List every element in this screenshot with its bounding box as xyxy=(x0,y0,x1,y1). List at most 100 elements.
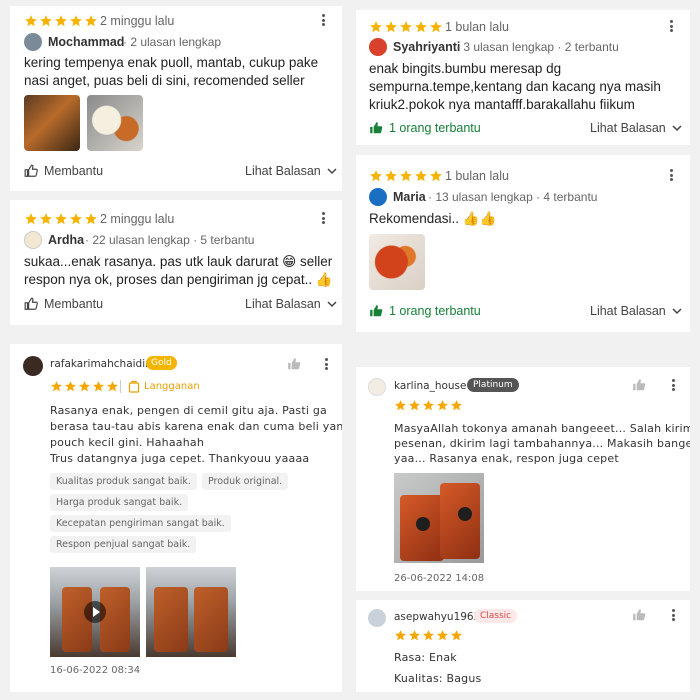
star-icon xyxy=(24,212,38,226)
reviewer-name[interactable]: asepwahyu1962 xyxy=(394,611,480,623)
review-time: 1 bulan lalu xyxy=(445,20,509,34)
like-icon[interactable] xyxy=(287,357,301,371)
star-icon xyxy=(436,399,449,412)
view-replies-button[interactable]: Lihat Balasan xyxy=(245,297,337,311)
star-icon xyxy=(54,212,68,226)
avatar xyxy=(24,231,42,249)
review-photo[interactable] xyxy=(87,95,143,151)
star-icon xyxy=(39,212,53,226)
review-photo[interactable] xyxy=(24,95,80,151)
star-icon xyxy=(39,14,53,28)
reviewer-meta: · 3 ulasan lengkap · 2 terbantu xyxy=(456,40,619,54)
rating-stars xyxy=(24,14,98,28)
star-icon xyxy=(50,380,63,393)
review-photo[interactable] xyxy=(146,567,236,657)
review-detail-line: Kualitas: Bagus xyxy=(394,672,482,685)
kebab-menu-icon[interactable] xyxy=(666,377,680,393)
star-icon xyxy=(84,14,98,28)
review-text-line: Rekomendasi.. 👍👍 xyxy=(369,211,497,226)
chevron-down-icon xyxy=(672,125,682,132)
star-icon xyxy=(422,399,435,412)
reviewer-name[interactable]: Ardha xyxy=(48,233,84,247)
review-time: 2 minggu lalu xyxy=(100,14,175,28)
review-card-ardha: 2 minggu lalu Ardha · 22 ulasan lengkap … xyxy=(10,200,342,325)
reviewer-name[interactable]: Mochammad xyxy=(48,35,124,49)
like-icon[interactable] xyxy=(632,378,646,392)
review-text-line: sempurna.tempe,kentang dan kacang nya ma… xyxy=(369,79,661,94)
chevron-down-icon xyxy=(672,308,682,315)
reviewer-name[interactable]: karlina_house xyxy=(394,380,467,392)
helpful-button[interactable]: Membantu xyxy=(24,297,103,311)
star-icon xyxy=(394,629,407,642)
helpful-count[interactable]: 1 orang terbantu xyxy=(369,304,481,318)
view-replies-button[interactable]: Lihat Balasan xyxy=(590,304,682,318)
review-text-line: respon nya ok, proses dan pengiriman jg … xyxy=(24,272,333,287)
review-card-asepwahyu1962: asepwahyu1962 Classic Rasa: Enak Kualita… xyxy=(356,600,690,692)
membership-badge: Gold xyxy=(146,356,177,370)
review-tag: Harga produk sangat baik. xyxy=(50,494,189,511)
review-time: 1 bulan lalu xyxy=(445,169,509,183)
star-icon xyxy=(394,399,407,412)
star-icon xyxy=(399,169,413,183)
review-card-mochammad: 2 minggu lalu Mochammad · 2 ulasan lengk… xyxy=(10,6,342,191)
review-video[interactable] xyxy=(50,567,140,657)
star-icon xyxy=(384,20,398,34)
star-icon xyxy=(24,14,38,28)
subscription-label: Langganan xyxy=(144,381,200,392)
reviewer-name[interactable]: rafakarimahchaidir xyxy=(50,358,149,370)
reviewer-name[interactable]: Syahriyanti xyxy=(393,40,460,54)
kebab-menu-icon[interactable] xyxy=(664,18,678,34)
review-card-syahriyanti: 1 bulan lalu Syahriyanti · 3 ulasan leng… xyxy=(356,10,690,145)
play-icon[interactable] xyxy=(84,601,106,623)
avatar xyxy=(369,188,387,206)
star-icon xyxy=(384,169,398,183)
star-icon xyxy=(54,14,68,28)
star-icon xyxy=(69,212,83,226)
review-tag: Produk original. xyxy=(202,473,289,490)
review-tag: Respon penjual sangat baik. xyxy=(50,536,197,553)
review-text-line: sukaa...enak rasanya. pas utk lauk darur… xyxy=(24,254,333,269)
kebab-menu-icon[interactable] xyxy=(666,607,680,623)
kebab-menu-icon[interactable] xyxy=(316,210,330,226)
subscription-icon xyxy=(128,380,140,393)
kebab-menu-icon[interactable] xyxy=(319,356,333,372)
rating-stars xyxy=(24,212,98,226)
star-icon xyxy=(414,20,428,34)
thumbs-up-icon xyxy=(24,164,38,177)
review-text-line: Trus datangnya juga cepet. Thankyouu yaa… xyxy=(50,452,310,465)
star-icon xyxy=(408,629,421,642)
review-detail-line: Rasa: Enak xyxy=(394,651,457,664)
helpful-count[interactable]: 1 orang terbantu xyxy=(369,121,481,135)
review-card-karlina-house: karlina_house Platinum MasyaAllah tokony… xyxy=(356,367,690,591)
like-icon[interactable] xyxy=(632,608,646,622)
star-icon xyxy=(414,169,428,183)
membership-badge: Platinum xyxy=(467,378,519,392)
view-replies-button[interactable]: Lihat Balasan xyxy=(245,164,337,178)
review-text-line: berasa tau-tau abis karena enak dan cuma… xyxy=(50,420,342,433)
kebab-menu-icon[interactable] xyxy=(316,12,330,28)
avatar xyxy=(368,378,386,396)
star-icon xyxy=(436,629,449,642)
rating-stars xyxy=(369,169,443,183)
kebab-menu-icon[interactable] xyxy=(664,167,678,183)
star-icon xyxy=(422,629,435,642)
chevron-down-icon xyxy=(327,301,337,308)
reviewer-meta: · 2 ulasan lengkap xyxy=(123,35,222,49)
star-icon xyxy=(106,380,119,393)
review-text-line: pouch kecil gini. Hahaahah xyxy=(50,436,205,449)
review-photo[interactable] xyxy=(369,234,425,290)
reviewer-name[interactable]: Maria xyxy=(393,190,426,204)
star-icon xyxy=(450,629,463,642)
star-icon xyxy=(399,20,413,34)
rating-stars xyxy=(50,380,119,393)
view-replies-button[interactable]: Lihat Balasan xyxy=(590,121,682,135)
review-photo[interactable] xyxy=(394,473,484,563)
helpful-button[interactable]: Membantu xyxy=(24,164,103,178)
review-text-line: MasyaAllah tokonya amanah bangeeet... Sa… xyxy=(394,422,690,435)
rating-stars xyxy=(394,629,463,642)
rating-stars xyxy=(394,399,463,412)
chevron-down-icon xyxy=(327,168,337,175)
star-icon xyxy=(408,399,421,412)
review-text-line: nasi anget, puas beli di sini, recomende… xyxy=(24,73,305,88)
review-tag: Kecepatan pengiriman sangat baik. xyxy=(50,515,231,532)
